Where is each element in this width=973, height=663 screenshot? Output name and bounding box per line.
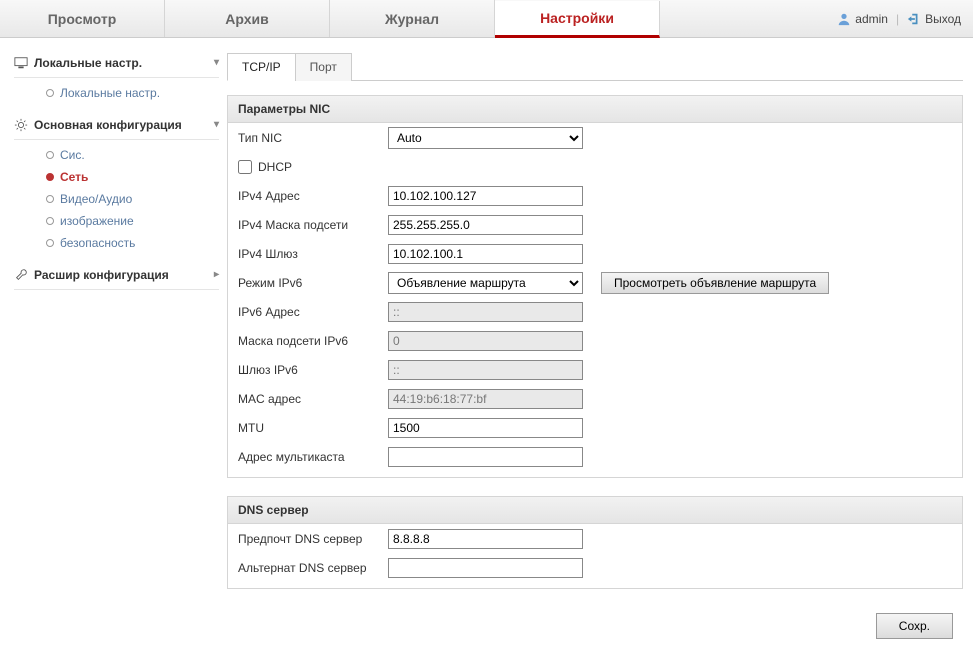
ipv4-gw-label: IPv4 Шлюз xyxy=(238,247,388,261)
sidebar-head-local[interactable]: Локальные настр. ▾ xyxy=(14,52,219,78)
sidebar-item-network[interactable]: Сеть xyxy=(46,166,219,188)
tab-settings[interactable]: Настройки xyxy=(495,1,660,38)
ipv4-addr-label: IPv4 Адрес xyxy=(238,189,388,203)
subtabs: TCP/IP Порт xyxy=(227,52,963,81)
dns-pref-input[interactable] xyxy=(388,529,583,549)
ipv6-mask-label: Маска подсети IPv6 xyxy=(238,334,388,348)
sidebar-item-security[interactable]: безопасность xyxy=(46,232,219,254)
bullet-icon xyxy=(46,151,54,159)
sidebar-head-advanced[interactable]: Расшир конфигурация ▸ xyxy=(14,264,219,290)
ipv6-mode-label: Режим IPv6 xyxy=(238,276,388,290)
panel-dns-title: DNS сервер xyxy=(228,497,962,524)
sidebar-item-label: Сис. xyxy=(60,148,85,162)
tab-preview[interactable]: Просмотр xyxy=(0,0,165,37)
ipv6-addr-input xyxy=(388,302,583,322)
sidebar-item-video-audio[interactable]: Видео/Аудио xyxy=(46,188,219,210)
top-nav-right: admin | Выход xyxy=(837,12,961,26)
nic-type-select[interactable]: Auto xyxy=(388,127,583,149)
dns-pref-label: Предпочт DNS сервер xyxy=(238,532,388,546)
ipv6-gw-label: Шлюз IPv6 xyxy=(238,363,388,377)
dhcp-label: DHCP xyxy=(258,160,292,174)
logout-link[interactable]: Выход xyxy=(907,12,961,26)
mac-label: MAC адрес xyxy=(238,392,388,406)
sidebar-group-local: Локальные настр. ▾ Локальные настр. xyxy=(14,52,219,104)
panel-dns: DNS сервер Предпочт DNS сервер Альтернат… xyxy=(227,496,963,589)
panel-nic: Параметры NIC Тип NIC Auto DHCP IPv4 Адр… xyxy=(227,95,963,478)
ipv6-mask-input xyxy=(388,331,583,351)
bullet-icon xyxy=(46,239,54,247)
dns-alt-input[interactable] xyxy=(388,558,583,578)
nic-type-label: Тип NIC xyxy=(238,131,388,145)
subtab-tcpip[interactable]: TCP/IP xyxy=(227,53,296,81)
main-content: TCP/IP Порт Параметры NIC Тип NIC Auto D… xyxy=(225,38,973,663)
mac-input xyxy=(388,389,583,409)
sidebar-head-basic-label: Основная конфигурация xyxy=(34,118,182,132)
dhcp-checkbox[interactable] xyxy=(238,160,252,174)
sidebar-group-advanced: Расшир конфигурация ▸ xyxy=(14,264,219,290)
dns-alt-label: Альтернат DNS сервер xyxy=(238,561,388,575)
top-nav: Просмотр Архив Журнал Настройки admin | … xyxy=(0,0,973,38)
footer: Сохр. xyxy=(227,607,963,653)
user-name: admin xyxy=(855,12,888,26)
ipv6-gw-input xyxy=(388,360,583,380)
user-display: admin xyxy=(837,12,888,26)
bullet-icon xyxy=(46,195,54,203)
logout-label: Выход xyxy=(925,12,961,26)
user-icon xyxy=(837,12,851,26)
chevron-down-icon: ▾ xyxy=(214,57,219,68)
ipv4-mask-input[interactable] xyxy=(388,215,583,235)
mcast-label: Адрес мультикаста xyxy=(238,450,388,464)
panel-nic-title: Параметры NIC xyxy=(228,96,962,123)
top-nav-tabs: Просмотр Архив Журнал Настройки xyxy=(0,0,660,37)
chevron-down-icon: ▾ xyxy=(214,119,219,130)
sidebar-item-label: безопасность xyxy=(60,236,135,250)
sidebar-item-label: изображение xyxy=(60,214,134,228)
sidebar-group-basic: Основная конфигурация ▾ Сис. Сеть Видео/… xyxy=(14,114,219,254)
mcast-input[interactable] xyxy=(388,447,583,467)
sidebar-head-basic[interactable]: Основная конфигурация ▾ xyxy=(14,114,219,140)
chevron-right-icon: ▸ xyxy=(214,269,219,280)
ipv4-gw-input[interactable] xyxy=(388,244,583,264)
ipv4-mask-label: IPv4 Маска подсети xyxy=(238,218,388,232)
sidebar-item-label: Видео/Аудио xyxy=(60,192,132,206)
mtu-label: MTU xyxy=(238,421,388,435)
sidebar-item-system[interactable]: Сис. xyxy=(46,144,219,166)
sidebar-item-label: Локальные настр. xyxy=(60,86,160,100)
tab-archive[interactable]: Архив xyxy=(165,0,330,37)
sidebar-item-local-settings[interactable]: Локальные настр. xyxy=(46,82,219,104)
sidebar-head-advanced-label: Расшир конфигурация xyxy=(34,268,169,282)
ipv4-addr-input[interactable] xyxy=(388,186,583,206)
separator: | xyxy=(896,12,899,26)
save-button[interactable]: Сохр. xyxy=(876,613,953,639)
sidebar-item-image[interactable]: изображение xyxy=(46,210,219,232)
ipv6-mode-select[interactable]: Объявление маршрута xyxy=(388,272,583,294)
tab-log[interactable]: Журнал xyxy=(330,0,495,37)
logout-icon xyxy=(907,12,921,26)
view-route-adv-button[interactable]: Просмотреть объявление маршрута xyxy=(601,272,829,294)
subtab-port[interactable]: Порт xyxy=(295,53,352,81)
bullet-icon xyxy=(46,89,54,97)
bullet-icon xyxy=(46,217,54,225)
bullet-icon xyxy=(46,173,54,181)
gear-icon xyxy=(14,118,28,132)
sidebar-head-local-label: Локальные настр. xyxy=(34,56,142,70)
sidebar: Локальные настр. ▾ Локальные настр. Осно… xyxy=(0,38,225,663)
ipv6-addr-label: IPv6 Адрес xyxy=(238,305,388,319)
monitor-icon xyxy=(14,56,28,70)
sidebar-item-label: Сеть xyxy=(60,170,88,184)
wrench-icon xyxy=(14,268,28,282)
mtu-input[interactable] xyxy=(388,418,583,438)
